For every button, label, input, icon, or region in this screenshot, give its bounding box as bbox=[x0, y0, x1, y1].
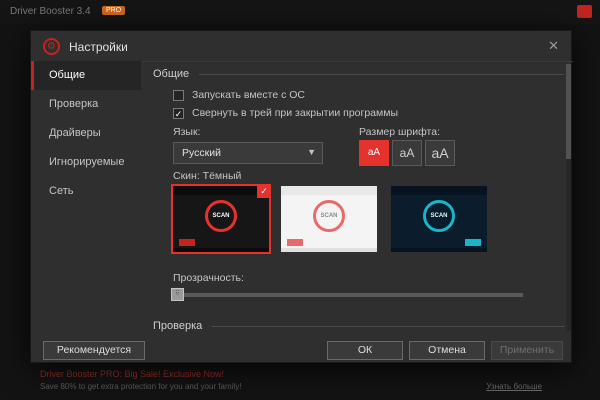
mini-scan-button: SCAN bbox=[205, 200, 237, 232]
sidebar-item-general[interactable]: Общие bbox=[31, 61, 141, 90]
mini-titlebar bbox=[281, 186, 377, 195]
checkbox-icon: ✓ bbox=[173, 107, 184, 119]
skin-preview-light-art: SCAN bbox=[281, 186, 377, 252]
checkbox-minimize-label: Свернуть в трей при закрытии программы bbox=[192, 107, 398, 119]
dialog-header: ⚙ Настройки ✕ bbox=[31, 31, 571, 61]
font-size-small-button[interactable]: аА bbox=[359, 140, 389, 166]
section-general-label: Общие bbox=[153, 68, 190, 80]
settings-content: Общие ✓ Запускать вместе с ОС ✓ Свернуть… bbox=[142, 61, 573, 333]
promo-subline: Save 80% to get extra protection for you… bbox=[40, 382, 242, 391]
sidebar-item-drivers[interactable]: Драйверы bbox=[31, 119, 141, 148]
mini-footer bbox=[391, 248, 487, 252]
settings-dialog: ⚙ Настройки ✕ Общие Проверка Драйверы Иг… bbox=[30, 30, 573, 363]
app-title: Driver Booster 3.4 bbox=[10, 6, 91, 17]
language-selected-value: Русский bbox=[182, 147, 221, 159]
transparency-slider-track[interactable] bbox=[173, 293, 523, 297]
pro-badge: PRO bbox=[102, 6, 126, 15]
gift-icon[interactable] bbox=[577, 5, 592, 18]
checkbox-autostart-label: Запускать вместе с ОС bbox=[192, 89, 306, 101]
mini-action-button bbox=[465, 239, 481, 246]
mini-action-button bbox=[287, 239, 303, 246]
font-size-large-button[interactable]: аА bbox=[425, 140, 455, 166]
transparency-label: Прозрачность: bbox=[173, 272, 244, 284]
transparency-slider-handle[interactable]: ⠿ bbox=[171, 288, 184, 301]
divider bbox=[199, 73, 564, 75]
chevron-down-icon: ▼ bbox=[307, 147, 316, 157]
close-icon[interactable]: ✕ bbox=[548, 38, 559, 54]
sidebar-item-scan[interactable]: Проверка bbox=[31, 90, 141, 119]
divider bbox=[212, 325, 564, 327]
checkbox-autostart[interactable]: ✓ Запускать вместе с ОС bbox=[173, 89, 305, 101]
checkbox-minimize-to-tray[interactable]: ✓ Свернуть в трей при закрытии программы bbox=[173, 107, 398, 119]
font-size-label: Размер шрифта: bbox=[359, 126, 440, 138]
section-general: Общие bbox=[153, 68, 564, 80]
skin-preview-dark[interactable]: ✓ SCAN bbox=[171, 184, 271, 254]
section-scan-label: Проверка bbox=[153, 320, 203, 332]
checkbox-icon: ✓ bbox=[173, 89, 184, 101]
promo-link[interactable]: Узнать больше bbox=[486, 382, 542, 391]
mini-footer bbox=[173, 248, 269, 252]
skin-preview-light[interactable]: SCAN bbox=[281, 186, 377, 252]
language-select[interactable]: Русский ▼ bbox=[173, 142, 323, 164]
settings-sidebar: Общие Проверка Драйверы Игнорируемые Сет… bbox=[31, 61, 141, 362]
mini-scan-button: SCAN bbox=[423, 200, 455, 232]
cancel-button[interactable]: Отмена bbox=[409, 341, 485, 360]
gear-icon: ⚙ bbox=[43, 38, 60, 55]
mini-titlebar bbox=[173, 186, 269, 195]
scrollbar-thumb[interactable] bbox=[566, 64, 571, 159]
mini-scan-button: SCAN bbox=[313, 200, 345, 232]
ok-button[interactable]: ОК bbox=[327, 341, 403, 360]
mini-footer bbox=[281, 248, 377, 252]
recommended-button[interactable]: Рекомендуется bbox=[43, 341, 145, 360]
font-size-medium-button[interactable]: аА bbox=[392, 140, 422, 166]
sidebar-item-ignored[interactable]: Игнорируемые bbox=[31, 148, 141, 177]
section-scan: Проверка bbox=[153, 320, 564, 332]
mini-titlebar bbox=[391, 186, 487, 195]
promo-headline: Driver Booster PRO: Big Sale! Exclusive … bbox=[40, 369, 225, 379]
content-scrollbar[interactable] bbox=[566, 64, 571, 331]
skin-preview-navy-art: SCAN bbox=[391, 186, 487, 252]
skin-preview-navy[interactable]: SCAN bbox=[391, 186, 487, 252]
skin-label: Скин: Тёмный bbox=[173, 170, 242, 182]
dialog-title: Настройки bbox=[69, 40, 128, 54]
mini-action-button bbox=[179, 239, 195, 246]
apply-button[interactable]: Применить bbox=[491, 341, 563, 360]
skin-preview-dark-art: SCAN bbox=[173, 186, 269, 252]
app-titlebar: Driver Booster 3.4 PRO bbox=[0, 0, 600, 24]
sidebar-item-network[interactable]: Сеть bbox=[31, 177, 141, 206]
language-label: Язык: bbox=[173, 126, 201, 138]
selected-check-icon: ✓ bbox=[257, 184, 271, 198]
